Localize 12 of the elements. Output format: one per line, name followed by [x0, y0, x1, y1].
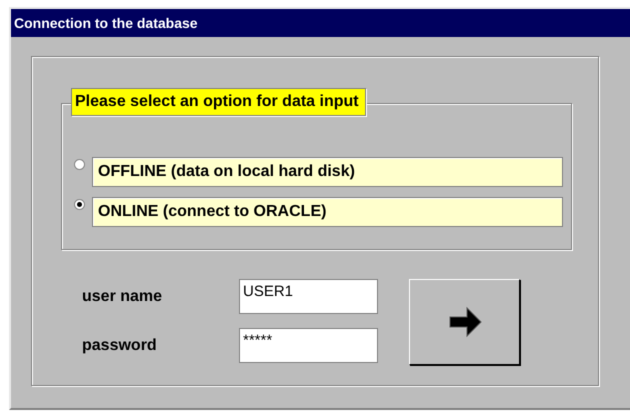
input-field[interactable]: ***** — [239, 328, 378, 363]
input-field[interactable]: USER1 — [239, 279, 378, 314]
radio-button[interactable] — [74, 199, 85, 210]
group-legend: Please select an option for data input — [71, 88, 366, 116]
option-label[interactable]: ONLINE (connect to ORACLE) — [92, 197, 563, 227]
arrow-right-icon — [446, 305, 482, 339]
next-button[interactable] — [409, 279, 520, 365]
field-label: user name — [81, 288, 164, 306]
window-title: Connection to the database — [14, 15, 198, 31]
field-label: password — [81, 336, 158, 354]
radio-button[interactable] — [74, 159, 85, 170]
option-label[interactable]: OFFLINE (data on local hard disk) — [92, 157, 563, 187]
